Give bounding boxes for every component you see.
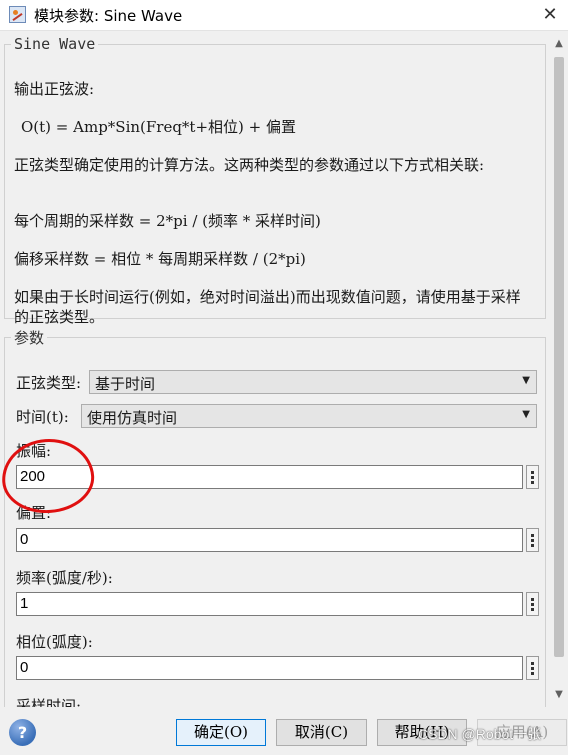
frequency-more-button[interactable]	[526, 592, 539, 616]
parameters-legend: 参数	[14, 329, 45, 347]
dialog-content: Sine Wave 输出正弦波: O(t) = Amp*Sin(Freq*t+相…	[0, 31, 550, 707]
frequency-label: 频率(弧度/秒):	[16, 569, 113, 587]
formula-line: O(t) = Amp*Sin(Freq*t+相位) + 偏置	[21, 118, 296, 136]
help-icon[interactable]: ?	[9, 719, 36, 746]
frequency-input[interactable]: 1	[16, 592, 523, 616]
title-bar: 模块参数: Sine Wave ✕	[0, 0, 568, 31]
bias-input[interactable]: 0	[16, 528, 523, 552]
phase-label: 相位(弧度):	[16, 633, 93, 651]
amplitude-input[interactable]: 200	[16, 465, 523, 489]
description-line: 正弦类型确定使用的计算方法。这两种类型的参数通过以下方式相关联:	[14, 156, 485, 174]
time-dropdown[interactable]: 使用仿真时间 ▼	[81, 404, 537, 428]
description-legend: Sine Wave	[14, 35, 96, 53]
chevron-down-icon: ▼	[522, 375, 530, 386]
simulink-block-icon	[9, 6, 26, 23]
description-line: 输出正弦波:	[14, 80, 95, 98]
scroll-up-icon[interactable]: ▲	[550, 35, 568, 53]
chevron-down-icon: ▼	[522, 409, 530, 420]
sine-type-dropdown[interactable]: 基于时间 ▼	[89, 370, 537, 394]
amplitude-label: 振幅:	[16, 442, 52, 460]
phase-input[interactable]: 0	[16, 656, 523, 680]
description-line: 每个周期的采样数 = 2*pi / (频率 * 采样时间)	[14, 212, 321, 230]
scroll-down-icon[interactable]: ▼	[550, 686, 568, 704]
watermark: CSDN @Robot一张	[418, 726, 542, 742]
time-value: 使用仿真时间	[87, 409, 178, 427]
parameters-group: 参数 正弦类型: 基于时间 ▼ 时间(t): 使用仿真时间 ▼ 振幅: 200 …	[4, 327, 546, 707]
description-line: 如果由于长时间运行(例如，绝对时间溢出)而出现数值问题，请使用基于采样的正弦类型…	[14, 288, 521, 326]
description-group: Sine Wave 输出正弦波: O(t) = Amp*Sin(Freq*t+相…	[4, 35, 546, 326]
sine-type-label: 正弦类型:	[16, 374, 82, 392]
time-label: 时间(t):	[16, 408, 69, 426]
vertical-scrollbar[interactable]: ▲ ▼	[550, 31, 568, 707]
sample-time-label: 采样时间:	[16, 697, 82, 707]
scroll-thumb[interactable]	[554, 57, 564, 657]
description-line: 偏移采样数 = 相位 * 每周期采样数 / (2*pi)	[14, 250, 306, 268]
phase-more-button[interactable]	[526, 656, 539, 680]
sine-type-value: 基于时间	[95, 375, 156, 393]
cancel-button[interactable]: 取消(C)	[276, 719, 367, 746]
close-button[interactable]: ✕	[532, 0, 568, 30]
bias-label: 偏置:	[16, 504, 52, 522]
ok-button[interactable]: 确定(O)	[176, 719, 266, 746]
amplitude-more-button[interactable]	[526, 465, 539, 489]
bias-more-button[interactable]	[526, 528, 539, 552]
window-title: 模块参数: Sine Wave	[34, 7, 183, 25]
